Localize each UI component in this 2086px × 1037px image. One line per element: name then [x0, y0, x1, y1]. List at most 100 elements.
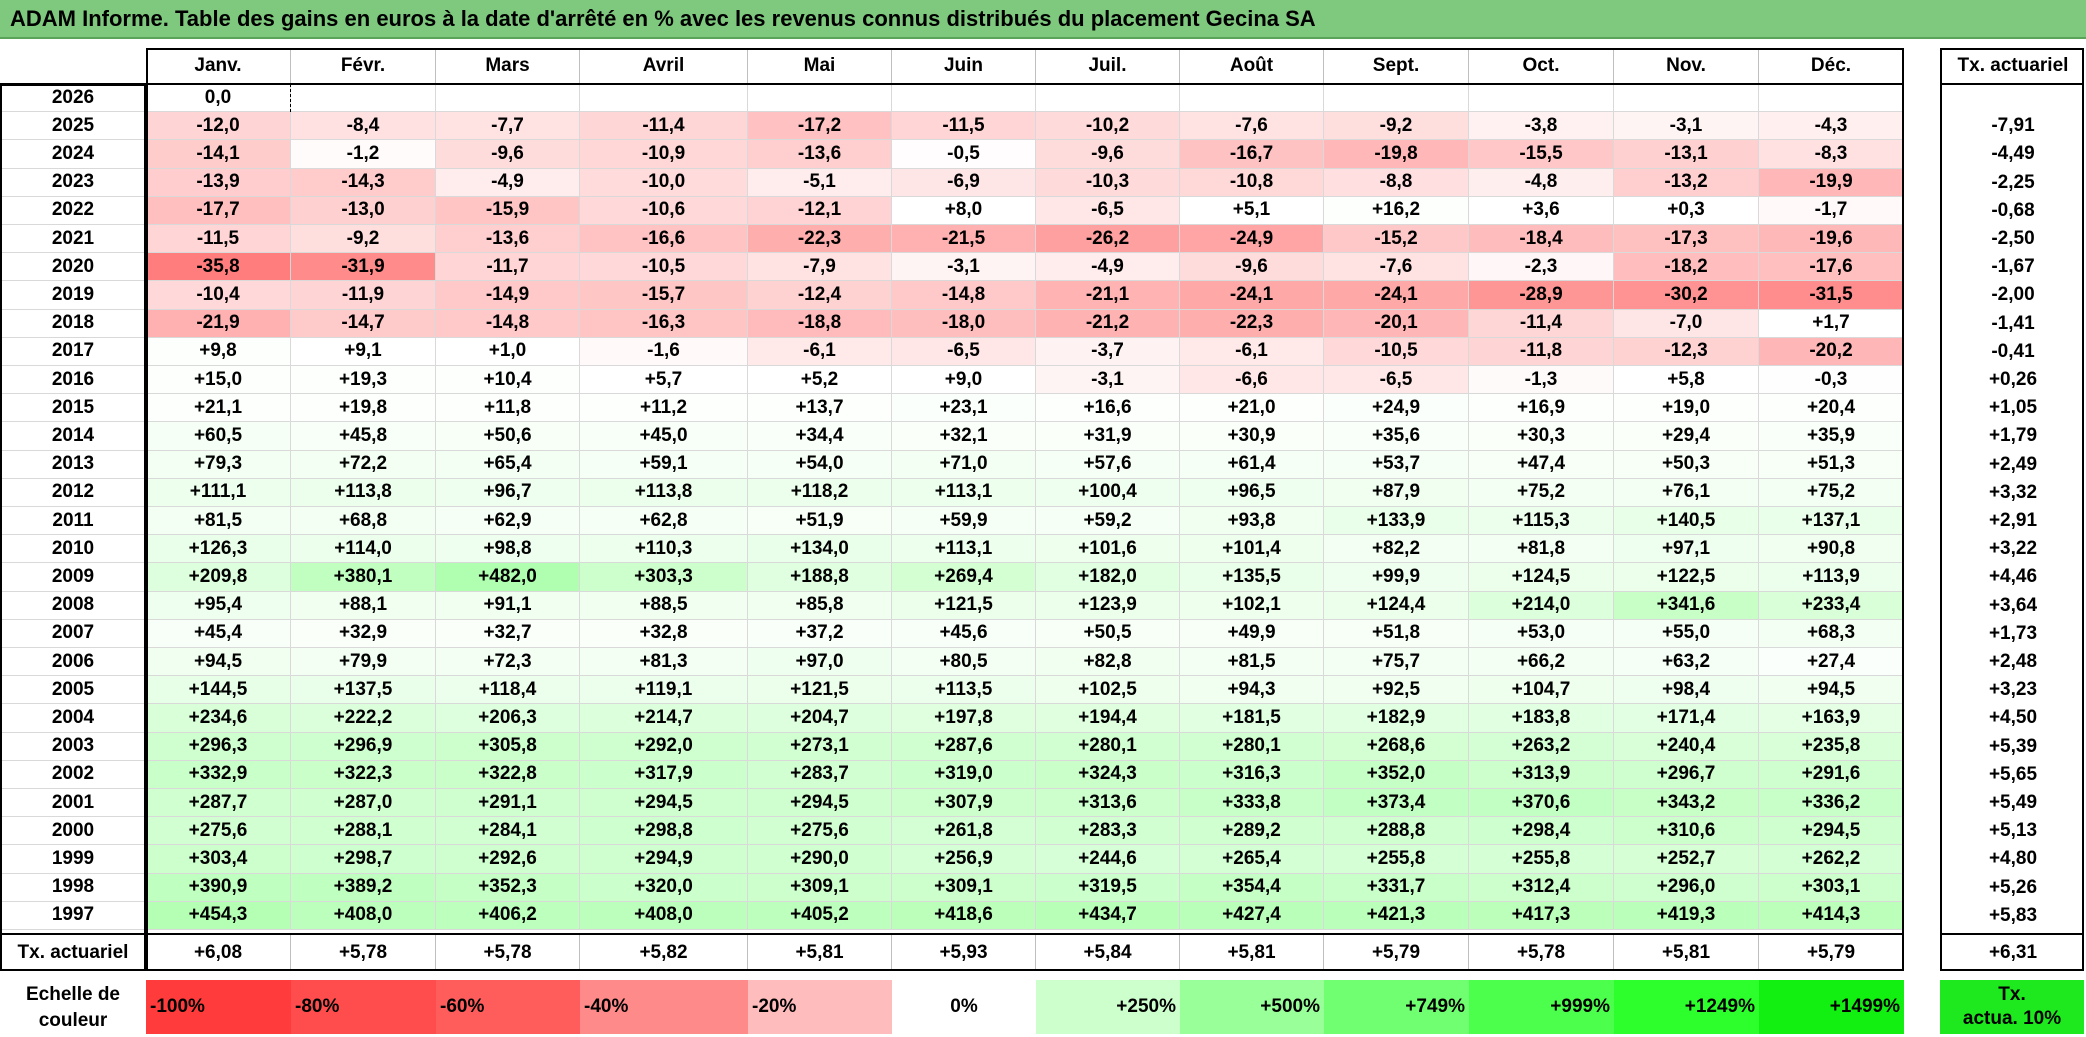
gain-cell: -7,9 [748, 253, 892, 282]
gain-cell: -2,3 [1469, 253, 1614, 282]
gain-cell: +94,3 [1180, 676, 1324, 705]
gain-cell: +280,1 [1180, 732, 1324, 761]
month-header: Nov. [1614, 48, 1759, 84]
gain-cell: -6,5 [1036, 196, 1180, 225]
legend-swatch: -60% [436, 980, 580, 1034]
gain-cell: +60,5 [146, 422, 291, 451]
gain-cell: +354,4 [1180, 873, 1324, 902]
rate-cell: +5,83 [1988, 904, 2038, 926]
footer-rate-cell: +5,78 [436, 935, 580, 971]
gain-cell: +197,8 [892, 704, 1036, 733]
gain-cell: +35,9 [1759, 422, 1904, 451]
gain-cell: +182,9 [1324, 704, 1469, 733]
legend-rate-line1: Tx. [1998, 984, 2026, 1005]
gain-cell: +332,9 [146, 760, 291, 789]
gain-cell: -14,1 [146, 140, 291, 169]
gain-cell: +113,5 [892, 676, 1036, 705]
rate-cell: +5,49 [1988, 792, 2038, 814]
gain-cell: +55,0 [1614, 619, 1759, 648]
gain-cell [748, 84, 892, 113]
year-label: 2003 [0, 733, 146, 761]
gain-cell: -10,5 [580, 253, 748, 282]
gain-cell: +114,0 [291, 535, 436, 564]
gain-cell: -16,3 [580, 309, 748, 338]
year-label: 2011 [0, 507, 146, 536]
gain-cell: +380,1 [291, 563, 436, 592]
month-header: Oct. [1469, 48, 1614, 84]
gain-cell: +303,1 [1759, 873, 1904, 902]
gain-cell: -16,7 [1180, 140, 1324, 169]
gain-cell: +9,8 [146, 337, 291, 366]
gain-cell: +317,9 [580, 760, 748, 789]
legend-swatch: -40% [580, 980, 748, 1034]
year-label: 2009 [0, 563, 146, 592]
gain-cell: +16,9 [1469, 394, 1614, 423]
gain-cell: -11,4 [1469, 309, 1614, 338]
gain-cell: +283,3 [1036, 817, 1180, 846]
gain-cell: +414,3 [1759, 901, 1904, 930]
gain-cell: -24,1 [1180, 281, 1324, 310]
year-label: 2008 [0, 592, 146, 620]
gain-cell [1469, 84, 1614, 113]
gain-cell: +319,0 [892, 760, 1036, 789]
gain-cell: +111,1 [146, 478, 291, 507]
gain-cell: -8,4 [291, 112, 436, 141]
gain-cell: +287,7 [146, 789, 291, 818]
gain-cell: +11,2 [580, 394, 748, 423]
gain-cell: +123,9 [1036, 591, 1180, 620]
gain-cell: +20,4 [1759, 394, 1904, 423]
gain-cell: -12,3 [1614, 337, 1759, 366]
gain-cell: +75,2 [1759, 478, 1904, 507]
gain-cell: -6,9 [892, 168, 1036, 197]
rate-cell: +3,32 [1988, 481, 2038, 503]
gain-cell: -9,6 [436, 140, 580, 169]
gain-cell: +427,4 [1180, 901, 1324, 930]
rate-cell: +5,13 [1988, 820, 2038, 842]
gain-cell: -7,7 [436, 112, 580, 141]
gain-cell: 0,0 [146, 84, 291, 113]
gain-cell: +98,4 [1614, 676, 1759, 705]
rate-cell: -0,68 [1991, 199, 2035, 221]
rate-cell: +3,23 [1988, 679, 2038, 701]
gain-cell: -11,4 [580, 112, 748, 141]
year-label: 2005 [0, 676, 146, 705]
year-label: 2001 [0, 789, 146, 818]
rate-cell: +1,79 [1988, 425, 2038, 447]
rate-cell: +2,91 [1988, 510, 2038, 532]
gain-cell: +75,7 [1324, 648, 1469, 677]
rate-cell: +0,26 [1988, 369, 2038, 391]
gain-cell: -19,8 [1324, 140, 1469, 169]
gain-cell: +405,2 [748, 901, 892, 930]
gain-cell: -4,8 [1469, 168, 1614, 197]
legend-swatch: +1499% [1759, 980, 1904, 1034]
gain-cell: +307,9 [892, 789, 1036, 818]
gain-cell: +316,3 [1180, 760, 1324, 789]
gain-cell: +96,7 [436, 478, 580, 507]
gain-cell: +16,6 [1036, 394, 1180, 423]
gain-cell: +102,1 [1180, 591, 1324, 620]
gain-cell: +95,4 [146, 591, 291, 620]
gain-cell: -19,9 [1759, 168, 1904, 197]
gain-cell: +63,2 [1614, 648, 1759, 677]
gain-cell: -1,2 [291, 140, 436, 169]
gain-cell: +5,7 [580, 366, 748, 395]
footer-rate-cell: +5,79 [1759, 935, 1904, 971]
gain-cell: -10,8 [1180, 168, 1324, 197]
gain-cell: -3,8 [1469, 112, 1614, 141]
month-header: Août [1180, 48, 1324, 84]
gain-cell: -6,1 [1180, 337, 1324, 366]
gain-cell: +309,1 [892, 873, 1036, 902]
gain-cell: +30,3 [1469, 422, 1614, 451]
gain-cell: +309,1 [748, 873, 892, 902]
year-label: 2017 [0, 338, 146, 366]
gain-cell: -15,7 [580, 281, 748, 310]
legend-label-line1: Echelle de [26, 984, 120, 1005]
gain-cell: +90,8 [1759, 535, 1904, 564]
gain-cell: +98,8 [436, 535, 580, 564]
year-label: 2025 [0, 112, 146, 141]
gain-cell: -20,2 [1759, 337, 1904, 366]
year-label: 2015 [0, 394, 146, 423]
gain-cell: +115,3 [1469, 507, 1614, 536]
gain-cell: -6,6 [1180, 366, 1324, 395]
gain-cell: +53,0 [1469, 619, 1614, 648]
